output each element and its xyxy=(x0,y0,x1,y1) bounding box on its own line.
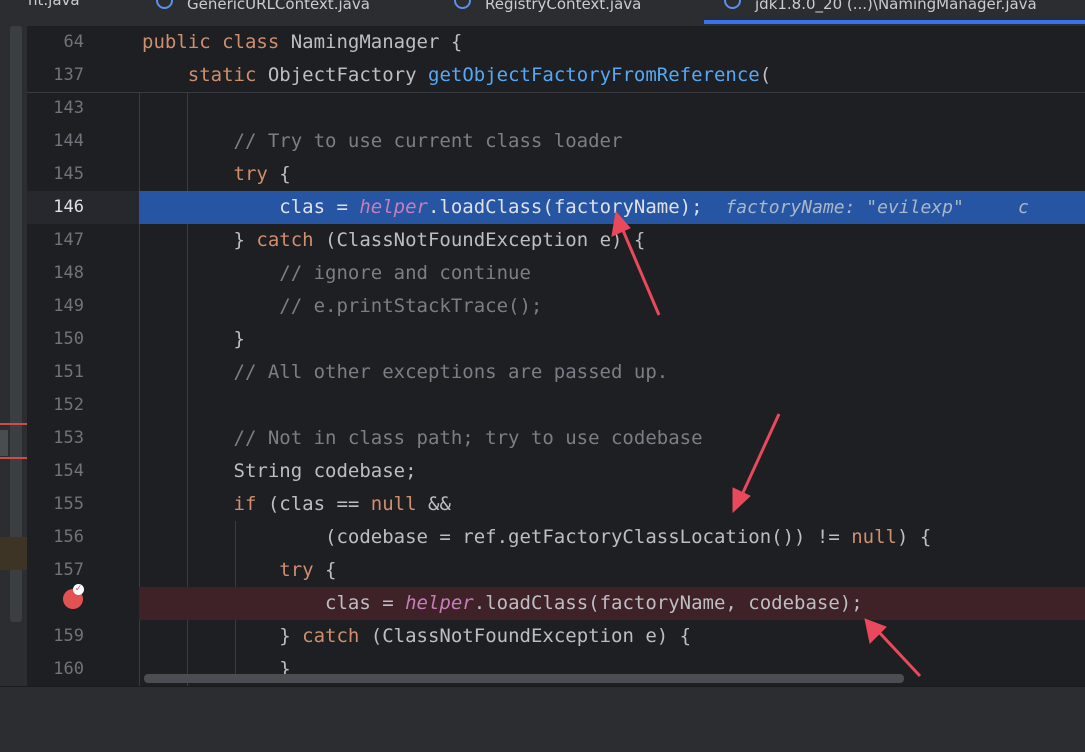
line-number: 157 xyxy=(53,560,84,580)
line-number: 137 xyxy=(53,65,84,85)
code-line: } catch (ClassNotFoundException e) { xyxy=(142,625,692,647)
left-panel-tab[interactable] xyxy=(0,430,8,456)
code-line: // All other exceptions are passed up. xyxy=(142,361,669,383)
line-number: 152 xyxy=(53,395,84,415)
code-line: // Try to use current class loader xyxy=(142,130,623,152)
tab-label: RegistryContext.java xyxy=(485,0,642,13)
tab-genericurlcontext[interactable]: GenericURLContext.java xyxy=(156,0,370,24)
code-row[interactable]: 149 // e.printStackTrace(); xyxy=(27,290,1085,323)
code-row[interactable]: 151 // All other exceptions are passed u… xyxy=(27,356,1085,389)
line-number: 145 xyxy=(53,164,84,184)
breakpoint-line[interactable]: clas = helper.loadClass(factoryName, cod… xyxy=(139,587,1085,620)
java-class-icon xyxy=(454,0,471,9)
editor-tab-bar: nt.java GenericURLContext.java RegistryC… xyxy=(0,0,1085,26)
code-row[interactable]: 148 // ignore and continue xyxy=(27,257,1085,290)
code-line: if (clas == null && xyxy=(233,493,451,515)
line-number: 149 xyxy=(53,296,84,316)
tab-registrycontext[interactable]: RegistryContext.java xyxy=(454,0,641,24)
error-marker xyxy=(0,457,27,459)
line-number: 155 xyxy=(53,494,84,514)
code-row[interactable]: 157 try { xyxy=(27,554,1085,587)
left-panel-scrollbar[interactable] xyxy=(10,26,22,622)
warning-marker xyxy=(0,537,27,570)
line-number: 148 xyxy=(53,263,84,283)
line-number: 156 xyxy=(53,527,84,547)
code-line: // ignore and continue xyxy=(142,262,531,284)
line-number: 154 xyxy=(53,461,84,481)
execution-point-line[interactable]: clas = helper.loadClass(factoryName); fa… xyxy=(139,191,1085,224)
code-row[interactable]: 156 (codebase = ref.getFactoryClassLocat… xyxy=(27,521,1085,554)
tab-label: GenericURLContext.java xyxy=(187,0,370,13)
code-line: (codebase = ref.getFactoryClassLocation(… xyxy=(142,526,932,548)
inline-debug-value: factoryName: "evilexp" c xyxy=(725,197,1029,218)
code-line: } catch (ClassNotFoundException e) { xyxy=(142,229,646,251)
code-row[interactable]: 147 } catch (ClassNotFoundException e) { xyxy=(27,224,1085,257)
code-row[interactable]: 145 try { xyxy=(27,158,1085,191)
bottom-panel xyxy=(0,686,1085,752)
code-row[interactable]: 153 // Not in class path; try to use cod… xyxy=(27,422,1085,455)
line-number: 146 xyxy=(53,197,84,217)
code-line: // Not in class path; try to use codebas… xyxy=(142,427,703,449)
line-number: 159 xyxy=(53,626,84,646)
line-number: 153 xyxy=(53,428,84,448)
code-line: static ObjectFactory getObjectFactoryFro… xyxy=(187,64,772,86)
code-row[interactable]: 152 xyxy=(27,389,1085,422)
line-number: 64 xyxy=(63,32,84,52)
code-line: try { xyxy=(279,559,337,581)
line-number: 160 xyxy=(53,659,84,679)
code-line: // e.printStackTrace(); xyxy=(142,295,543,317)
code-line: public class NamingManager { xyxy=(142,31,463,53)
code-row[interactable]: 150 } xyxy=(27,323,1085,356)
code-row[interactable]: 155 if (clas == null && xyxy=(27,488,1085,521)
code-row[interactable]: 159 } catch (ClassNotFoundException e) { xyxy=(27,620,1085,653)
code-row[interactable]: 143 xyxy=(27,92,1085,125)
line-number: 144 xyxy=(53,131,84,151)
error-marker xyxy=(0,423,27,425)
code-line: } xyxy=(142,328,245,350)
line-number: 143 xyxy=(53,98,84,118)
line-number: 147 xyxy=(53,230,84,250)
code-line: clas = helper.loadClass(factoryName); fa… xyxy=(142,196,1029,218)
sticky-line[interactable]: 137 static ObjectFactory getObjectFactor… xyxy=(27,59,1085,92)
sticky-line[interactable]: 64 public class NamingManager { xyxy=(27,26,1085,59)
line-number: 150 xyxy=(53,329,84,349)
code-row[interactable]: 144 // Try to use current class loader xyxy=(27,125,1085,158)
tab-label: nt.java xyxy=(28,0,80,9)
code-row[interactable]: 154 String codebase; xyxy=(27,455,1085,488)
code-line: clas = helper.loadClass(factoryName, cod… xyxy=(142,592,863,614)
code-line: try { xyxy=(233,163,291,185)
line-number: 151 xyxy=(53,362,84,382)
breakpoint-check-icon: ✓ xyxy=(73,584,84,595)
active-tab-indicator xyxy=(704,20,1085,24)
tab-label: jdk1.8.0_20 (...)\NamingManager.java xyxy=(755,0,1037,13)
code-editor[interactable]: 64 public class NamingManager { 137 stat… xyxy=(27,26,1085,686)
java-class-icon xyxy=(156,0,173,9)
horizontal-scrollbar[interactable] xyxy=(144,674,904,683)
java-class-icon xyxy=(724,0,741,9)
tab-prev-file[interactable]: nt.java xyxy=(28,0,80,24)
code-line: String codebase; xyxy=(142,460,417,482)
